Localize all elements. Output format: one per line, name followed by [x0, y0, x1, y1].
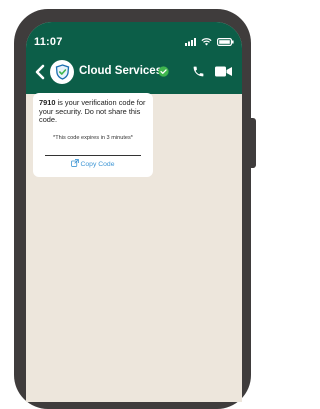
shield-check-icon — [55, 64, 69, 80]
verified-badge-icon — [158, 66, 169, 77]
video-camera-icon[interactable] — [215, 66, 232, 77]
expiry-note: *This code expires in 3 minutes* — [53, 134, 133, 141]
bubble-divider — [45, 155, 141, 156]
signal-icon — [185, 38, 196, 46]
phone-call-icon[interactable] — [192, 65, 205, 78]
copy-code-label: Copy Code — [80, 161, 115, 168]
chat-nav-row: Cloud Services — [26, 58, 242, 86]
phone-screen: 11:07 Cloud Services 7910 is your verifi… — [26, 22, 242, 402]
status-time: 11:07 — [34, 36, 63, 48]
back-arrow-icon[interactable] — [34, 63, 46, 81]
message-body: is your verification code for your secur… — [39, 98, 146, 125]
battery-icon — [217, 38, 234, 46]
contact-avatar[interactable] — [50, 60, 74, 84]
copy-icon — [71, 159, 80, 167]
status-icons — [185, 38, 234, 46]
chat-header: 11:07 Cloud Services — [26, 22, 242, 94]
message-bubble: 7910 is your verification code for your … — [33, 93, 153, 177]
copy-code-button[interactable]: Copy Code — [33, 159, 153, 168]
contact-name[interactable]: Cloud Services — [79, 65, 162, 77]
message-text: 7910 is your verification code for your … — [39, 98, 147, 125]
phone-side-button — [251, 118, 256, 168]
wifi-icon — [201, 38, 212, 46]
status-bar: 11:07 — [26, 32, 242, 52]
